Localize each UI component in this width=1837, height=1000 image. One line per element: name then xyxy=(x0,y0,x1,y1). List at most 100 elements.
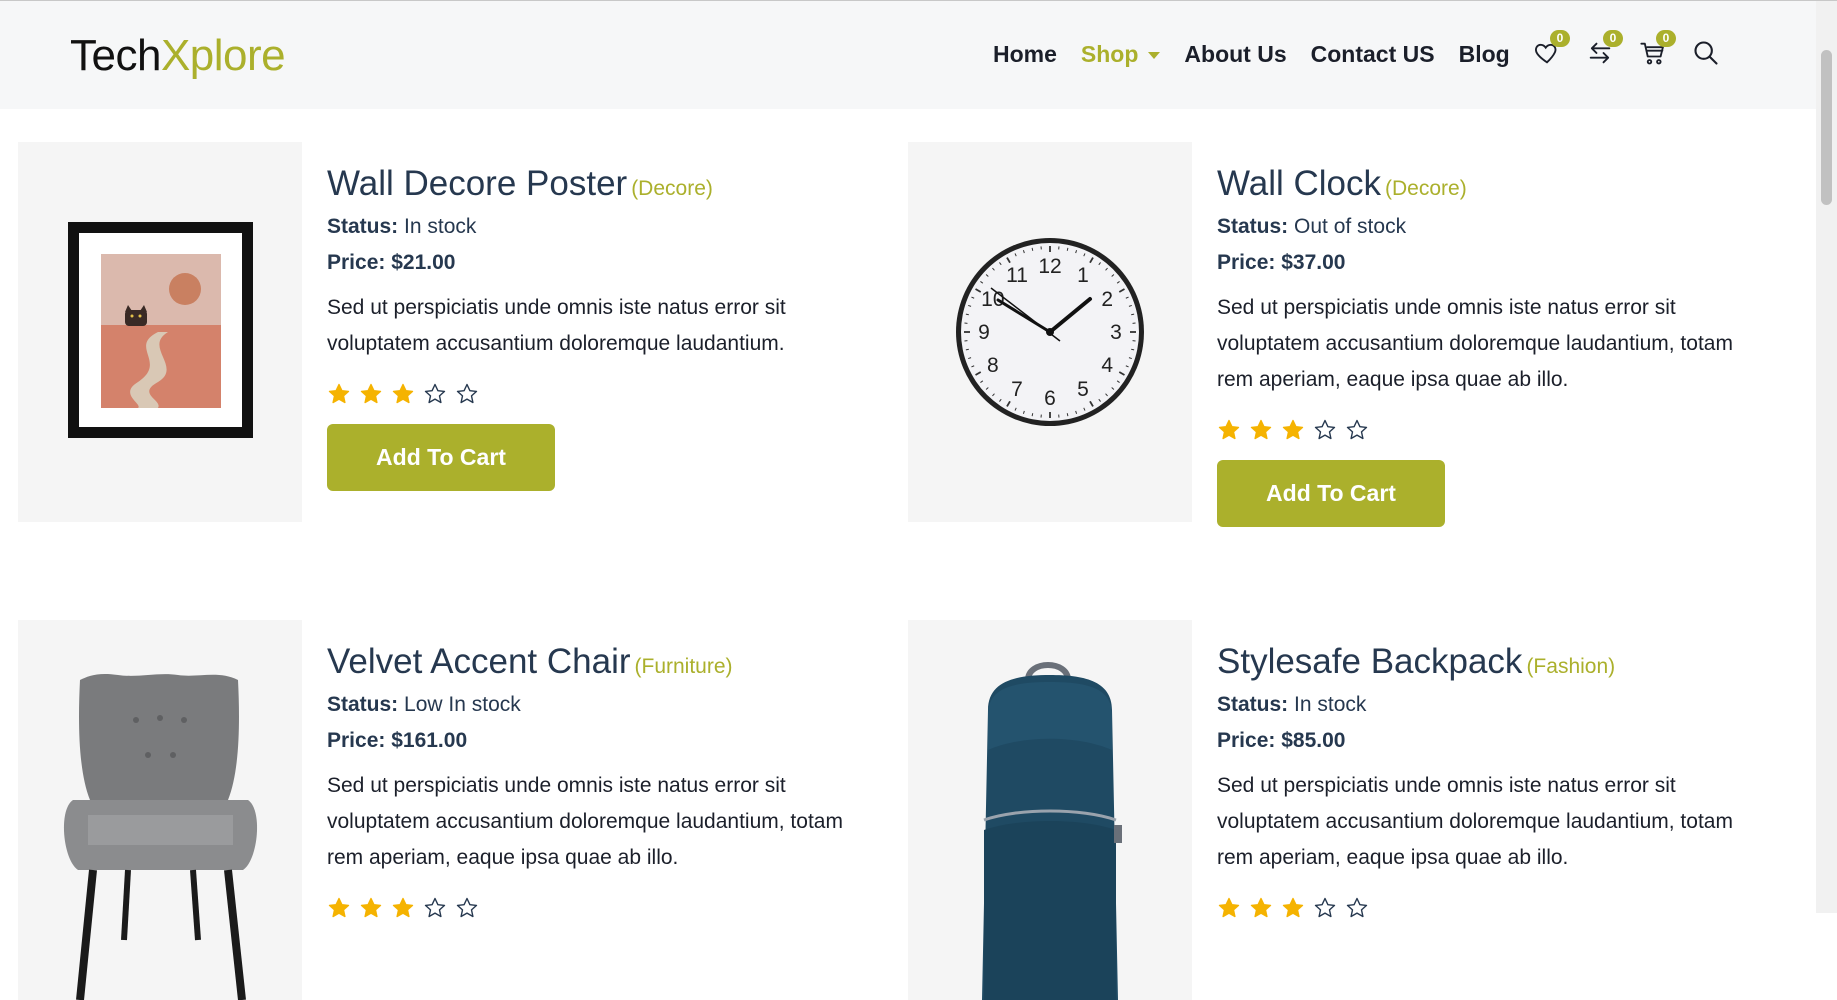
wishlist-button[interactable]: 0 xyxy=(1533,39,1565,71)
clock-number: 5 xyxy=(1077,378,1089,401)
star-filled-icon[interactable] xyxy=(391,382,415,406)
nav-home[interactable]: Home xyxy=(993,41,1057,68)
product-image[interactable] xyxy=(908,620,1192,1000)
star-empty-icon[interactable] xyxy=(455,382,479,406)
brand-logo-part1: Tech xyxy=(70,31,161,80)
product-name[interactable]: Stylesafe Backpack xyxy=(1217,642,1522,681)
product-info: Velvet Accent Chair(Furniture) Status: L… xyxy=(327,642,887,920)
scrollbar-thumb[interactable] xyxy=(1821,50,1832,205)
clock-number: 10 xyxy=(981,288,1004,311)
wall-clock-image: 121234567891011 xyxy=(908,142,1192,522)
status-value: Out of stock xyxy=(1294,215,1406,238)
framed-poster-image xyxy=(18,142,302,522)
clock-tick xyxy=(1131,314,1134,315)
star-filled-icon[interactable] xyxy=(327,896,351,920)
cart-count-badge: 0 xyxy=(1656,30,1676,47)
product-description: Sed ut perspiciatis unde omnis iste natu… xyxy=(1217,768,1737,876)
star-filled-icon[interactable] xyxy=(1281,896,1305,920)
clock-number: 2 xyxy=(1101,288,1113,311)
vertical-scrollbar[interactable] xyxy=(1816,1,1837,913)
backpack-image xyxy=(908,620,1192,1000)
main-nav: Home Shop About Us Contact US Blog xyxy=(993,41,1534,68)
clock-tick xyxy=(1067,248,1068,251)
star-empty-icon[interactable] xyxy=(423,382,447,406)
star-empty-icon[interactable] xyxy=(1313,896,1337,920)
cart-button[interactable]: 0 xyxy=(1639,39,1671,71)
nav-shop-label: Shop xyxy=(1081,41,1139,67)
product-status: Status: Out of stock xyxy=(1217,214,1777,240)
clock-number: 12 xyxy=(1038,255,1061,278)
clock-number: 8 xyxy=(987,354,999,377)
clock-number: 1 xyxy=(1077,264,1089,287)
star-filled-icon[interactable] xyxy=(327,382,351,406)
product-name[interactable]: Wall Decore Poster xyxy=(327,164,627,203)
star-filled-icon[interactable] xyxy=(1217,418,1241,442)
clock-number: 9 xyxy=(978,321,990,344)
star-filled-icon[interactable] xyxy=(359,896,383,920)
product-image[interactable] xyxy=(18,142,302,522)
clock-number: 6 xyxy=(1044,387,1056,410)
accent-chair-image xyxy=(18,620,302,1000)
clock-tick xyxy=(1131,349,1134,350)
status-value: In stock xyxy=(404,215,476,238)
status-label: Status: xyxy=(327,693,398,716)
product-description: Sed ut perspiciatis unde omnis iste natu… xyxy=(1217,290,1737,398)
nav-shop[interactable]: Shop xyxy=(1081,41,1161,68)
product-info: Wall Clock(Decore) Status: Out of stock … xyxy=(1217,164,1777,527)
product-name[interactable]: Wall Clock xyxy=(1217,164,1381,203)
clock-tick xyxy=(1032,413,1033,416)
compare-count-badge: 0 xyxy=(1603,30,1623,47)
product-image[interactable]: 121234567891011 xyxy=(908,142,1192,522)
star-filled-icon[interactable] xyxy=(1217,896,1241,920)
star-filled-icon[interactable] xyxy=(391,896,415,920)
product-category[interactable]: (Fashion) xyxy=(1526,655,1615,678)
product-image[interactable] xyxy=(18,620,302,1000)
product-info: Stylesafe Backpack(Fashion) Status: In s… xyxy=(1217,642,1777,920)
brand-logo[interactable]: TechXplore xyxy=(70,31,285,81)
price-value: $21.00 xyxy=(391,251,455,274)
clock-tick xyxy=(1067,413,1068,416)
star-filled-icon[interactable] xyxy=(1249,896,1273,920)
product-status: Status: Low In stock xyxy=(327,692,887,718)
nav-blog[interactable]: Blog xyxy=(1459,41,1510,68)
compare-button[interactable]: 0 xyxy=(1586,39,1618,71)
clock-number: 11 xyxy=(1006,264,1028,287)
product-name[interactable]: Velvet Accent Chair xyxy=(327,642,631,681)
price-label: Price: xyxy=(327,729,385,752)
nav-about[interactable]: About Us xyxy=(1184,41,1286,68)
product-price: Price: $37.00 xyxy=(1217,250,1777,276)
star-filled-icon[interactable] xyxy=(1281,418,1305,442)
nav-contact[interactable]: Contact US xyxy=(1311,41,1435,68)
product-status: Status: In stock xyxy=(1217,692,1777,718)
clock-tick xyxy=(966,314,969,315)
product-price: Price: $21.00 xyxy=(327,250,887,276)
price-value: $37.00 xyxy=(1281,251,1345,274)
price-label: Price: xyxy=(327,251,385,274)
status-label: Status: xyxy=(1217,215,1288,238)
add-to-cart-button[interactable]: Add To Cart xyxy=(1217,460,1445,527)
product-description: Sed ut perspiciatis unde omnis iste natu… xyxy=(327,768,847,876)
clock-number: 7 xyxy=(1011,378,1023,401)
clock-number: 4 xyxy=(1101,354,1113,377)
site-header: TechXplore Home Shop About Us Contact US… xyxy=(0,1,1816,109)
star-filled-icon[interactable] xyxy=(1249,418,1273,442)
status-label: Status: xyxy=(327,215,398,238)
star-empty-icon[interactable] xyxy=(1345,896,1369,920)
product-price: Price: $161.00 xyxy=(327,728,887,754)
wishlist-count-badge: 0 xyxy=(1550,30,1570,47)
star-empty-icon[interactable] xyxy=(455,896,479,920)
star-empty-icon[interactable] xyxy=(1313,418,1337,442)
star-filled-icon[interactable] xyxy=(359,382,383,406)
search-icon xyxy=(1692,39,1720,67)
star-empty-icon[interactable] xyxy=(1345,418,1369,442)
star-rating xyxy=(327,896,887,920)
star-empty-icon[interactable] xyxy=(423,896,447,920)
star-rating xyxy=(1217,896,1777,920)
clock-tick xyxy=(966,349,969,350)
product-category[interactable]: (Decore) xyxy=(631,177,713,200)
product-category[interactable]: (Furniture) xyxy=(635,655,733,678)
clock-tick xyxy=(1032,248,1033,251)
product-category[interactable]: (Decore) xyxy=(1385,177,1467,200)
search-button[interactable] xyxy=(1692,39,1724,71)
add-to-cart-button[interactable]: Add To Cart xyxy=(327,424,555,491)
